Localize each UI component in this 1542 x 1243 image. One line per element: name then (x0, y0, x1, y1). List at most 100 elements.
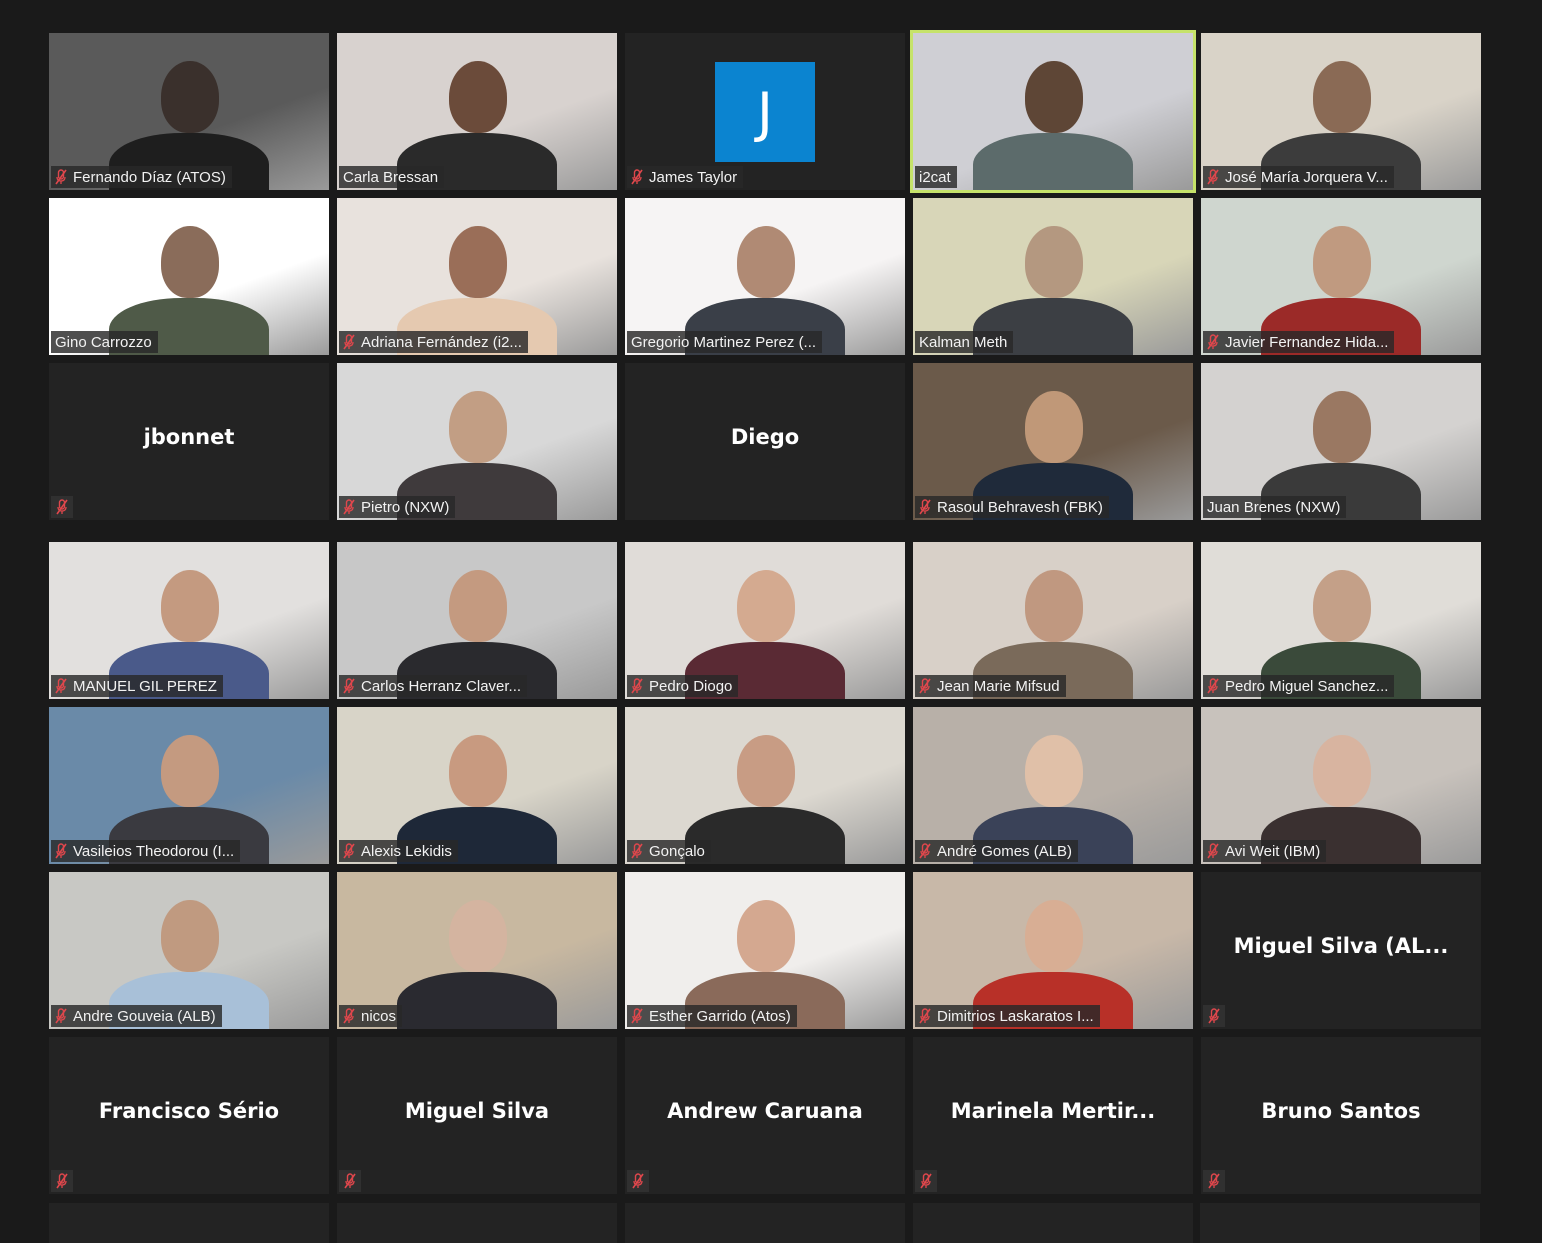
muted-mic-icon (56, 1173, 68, 1189)
participant-tile[interactable]: Carlos Herranz Claver... (337, 542, 617, 699)
participant-tile[interactable]: Rasoul Behravesh (FBK) (913, 363, 1193, 520)
participant-tile[interactable]: Alexis Lekidis (337, 707, 617, 864)
participant-tile[interactable]: Miguel Silva (AL... (1201, 872, 1481, 1029)
participant-face (737, 900, 795, 972)
muted-mic-icon (631, 169, 643, 185)
participant-tile[interactable]: José María Jorquera V... (1201, 33, 1481, 190)
participant-tile[interactable]: jbonnet (49, 363, 329, 520)
muted-mic-icon (1207, 334, 1219, 350)
participant-tile[interactable]: Miguel Silva (337, 1037, 617, 1194)
participant-tile[interactable]: Javier Fernandez Hida... (1201, 198, 1481, 355)
participant-tile[interactable]: Avi Weit (IBM) (1201, 707, 1481, 864)
participant-name: Jean Marie Mifsud (937, 677, 1060, 695)
participant-tile[interactable]: Gino Carrozzo (49, 198, 329, 355)
participant-face (1025, 226, 1083, 298)
participant-face (1025, 900, 1083, 972)
muted-mic-icon (631, 1008, 643, 1024)
participant-tile[interactable]: Carla Bressan (337, 33, 617, 190)
participant-name-centered: Francisco Sério (98, 1099, 280, 1123)
participant-face (449, 570, 507, 642)
participant-name-label: nicos (339, 1005, 403, 1027)
participant-tile[interactable]: Pedro Miguel Sanchez... (1201, 542, 1481, 699)
participant-name-centered: Diego (730, 425, 800, 449)
muted-indicator (915, 1170, 937, 1192)
participant-face (737, 570, 795, 642)
participant-tile[interactable]: Andrew Caruana (625, 1037, 905, 1194)
participant-tile[interactable]: Gonçalo (625, 707, 905, 864)
participant-face (449, 61, 507, 133)
participant-tile[interactable]: Dimitrios Laskaratos I... (913, 872, 1193, 1029)
participant-name: Avi Weit (IBM) (1225, 842, 1321, 860)
participant-name: Kalman Meth (919, 333, 1008, 351)
participant-name: Javier Fernandez Hida... (1225, 333, 1389, 351)
participant-name: nicos (361, 1007, 397, 1025)
participant-tile[interactable]: Kalman Meth (913, 198, 1193, 355)
participant-tile[interactable]: Marinela Mertir... (913, 1037, 1193, 1194)
muted-mic-icon (632, 1173, 644, 1189)
participant-name-centered: Andrew Caruana (667, 1099, 863, 1123)
muted-indicator (339, 1170, 361, 1192)
muted-mic-icon (343, 499, 355, 515)
participant-face (161, 61, 219, 133)
muted-indicator (51, 1170, 73, 1192)
muted-mic-icon (1208, 1173, 1220, 1189)
muted-mic-icon (920, 1173, 932, 1189)
participant-name-label: Gino Carrozzo (51, 331, 158, 353)
participant-face (161, 570, 219, 642)
muted-mic-icon (919, 843, 931, 859)
muted-mic-icon (343, 843, 355, 859)
participant-tile[interactable]: Francisco Sério (49, 1037, 329, 1194)
participant-tile[interactable]: Pedro Diogo (625, 542, 905, 699)
participant-tile[interactable]: Bruno Santos (1201, 1037, 1481, 1194)
participant-name: Gonçalo (649, 842, 705, 860)
participant-name-label: Carlos Herranz Claver... (339, 675, 528, 697)
participant-name-label: James Taylor (627, 166, 744, 188)
participant-tile[interactable]: Andre Gouveia (ALB) (49, 872, 329, 1029)
participant-name: Juan Brenes (NXW) (1207, 498, 1341, 516)
participant-tile[interactable]: nicos (337, 872, 617, 1029)
participant-name: Pedro Diogo (649, 677, 733, 695)
participant-tile[interactable]: MANUEL GIL PEREZ (49, 542, 329, 699)
participant-tile[interactable]: Pietro (NXW) (337, 363, 617, 520)
muted-mic-icon (919, 499, 931, 515)
participant-name-label: Pedro Diogo (627, 675, 739, 697)
muted-mic-icon (343, 678, 355, 694)
partial-tile (625, 1203, 905, 1243)
participant-name: Andre Gouveia (ALB) (73, 1007, 216, 1025)
muted-mic-icon (56, 499, 68, 515)
participant-face (449, 226, 507, 298)
muted-indicator (1203, 1005, 1225, 1027)
muted-indicator (51, 496, 73, 518)
participant-tile[interactable]: Vasileios Theodorou (I... (49, 707, 329, 864)
participant-tile[interactable]: Diego (625, 363, 905, 520)
participant-name-label: Esther Garrido (Atos) (627, 1005, 797, 1027)
participant-tile[interactable]: Fernando Díaz (ATOS) (49, 33, 329, 190)
participant-tile-active-speaker[interactable]: i2cat (910, 30, 1196, 193)
participant-face (1025, 570, 1083, 642)
participant-name-label: Gregorio Martinez Perez (... (627, 331, 823, 353)
participant-name-label: Dimitrios Laskaratos I... (915, 1005, 1100, 1027)
participant-tile[interactable]: Adriana Fernández (i2... (337, 198, 617, 355)
participant-face (449, 900, 507, 972)
participant-face (161, 735, 219, 807)
muted-mic-icon (1207, 843, 1219, 859)
muted-mic-icon (1208, 1008, 1220, 1024)
participant-name-label: André Gomes (ALB) (915, 840, 1079, 862)
participant-name-label: Vasileios Theodorou (I... (51, 840, 241, 862)
participant-tile[interactable]: André Gomes (ALB) (913, 707, 1193, 864)
participant-tile[interactable]: Esther Garrido (Atos) (625, 872, 905, 1029)
participant-face (1025, 735, 1083, 807)
participant-tile[interactable]: Jean Marie Mifsud (913, 542, 1193, 699)
participant-body (973, 133, 1133, 190)
participant-name: Gino Carrozzo (55, 333, 152, 351)
participant-name-label: Kalman Meth (915, 331, 1014, 353)
participant-tile[interactable]: Juan Brenes (NXW) (1201, 363, 1481, 520)
participant-tile[interactable]: J James Taylor (625, 33, 905, 190)
participant-name: José María Jorquera V... (1225, 168, 1388, 186)
participant-name-label: Carla Bressan (339, 166, 445, 188)
participant-tile[interactable]: Gregorio Martinez Perez (... (625, 198, 905, 355)
participant-name: i2cat (919, 168, 951, 186)
muted-mic-icon (55, 843, 67, 859)
participant-name: Gregorio Martinez Perez (... (631, 333, 817, 351)
muted-indicator (1203, 1170, 1225, 1192)
